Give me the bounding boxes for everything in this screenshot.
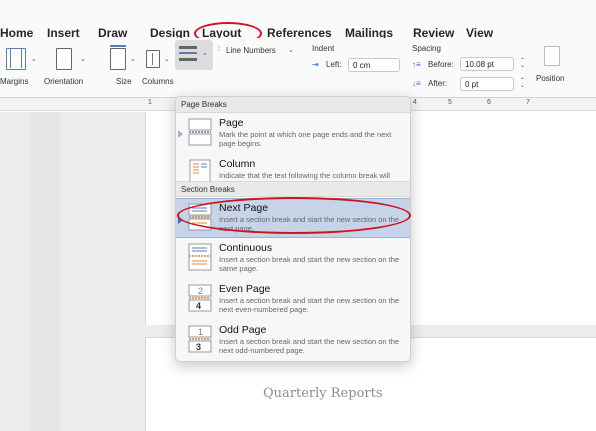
spacing-after-icon: ↓≡	[412, 79, 421, 88]
columns-label: Columns	[142, 77, 174, 86]
position-label: Position	[536, 74, 565, 83]
spacing-after-value: 0 pt	[465, 80, 479, 89]
size-button[interactable]: ⌄ Size	[106, 38, 140, 96]
spacing-before-field[interactable]: 10.08 pt	[460, 57, 514, 71]
ruler-number: 7	[526, 99, 530, 106]
menu-item-description: Insert a section break and start the new…	[219, 296, 400, 314]
spacing-after-field[interactable]: 0 pt	[460, 77, 514, 91]
menu-item-title: Next Page	[219, 202, 269, 214]
margins-icon	[6, 48, 26, 70]
layout-ribbon: ⌄ Margins ⌄ Orientation ⌄ Size ⌄ Columns…	[0, 38, 596, 98]
chevron-down-icon: ⌄	[80, 56, 86, 63]
menu-item-description: Insert a section break and start the new…	[219, 337, 400, 355]
menu-item-even-page[interactable]: 2 4 Even Page Insert a section break and…	[176, 280, 410, 320]
position-icon	[544, 46, 560, 66]
line-numbers-icon: ⁞	[218, 46, 220, 53]
orientation-button[interactable]: ⌄ Orientation	[42, 38, 100, 96]
breaks-button[interactable]: ⌄	[175, 40, 213, 70]
spacing-before-value: 10.08 pt	[465, 60, 494, 69]
line-numbers-button[interactable]: ⁞ Line Numbers ⌄	[218, 44, 300, 60]
position-button[interactable]: Position	[536, 38, 596, 96]
page-breaks-header: Page Breaks	[176, 97, 410, 113]
line-numbers-label: Line Numbers	[226, 46, 276, 55]
breaks-icon	[179, 46, 197, 49]
ruler-number: 4	[413, 99, 417, 106]
left-gutter	[30, 112, 60, 431]
indent-title: Indent	[312, 44, 335, 53]
menu-item-page-break[interactable]: Page Mark the point at which one page en…	[176, 114, 410, 154]
menu-item-odd-page[interactable]: 1 3 Odd Page Insert a section break and …	[176, 321, 410, 361]
indent-left-field[interactable]: 0 cm	[348, 58, 400, 72]
menu-item-next-page[interactable]: Next Page Insert a section break and sta…	[176, 198, 410, 238]
breaks-dropdown-menu: Page Breaks Page Mark the point at which…	[175, 96, 411, 362]
spacing-title: Spacing	[412, 44, 441, 53]
chevron-down-icon: ⌄	[130, 56, 136, 63]
columns-button[interactable]: ⌄ Columns	[142, 38, 176, 96]
spacing-before-label: Before:	[428, 60, 454, 69]
chevron-down-icon: ⌄	[202, 50, 208, 57]
margins-label: Margins	[0, 77, 29, 86]
svg-text:3: 3	[196, 342, 201, 352]
svg-text:2: 2	[198, 286, 203, 296]
svg-text:4: 4	[196, 301, 201, 311]
page-size-icon	[110, 45, 126, 70]
menu-item-title: Continuous	[219, 242, 273, 254]
ruler-number: 1	[148, 99, 152, 106]
chevron-down-icon: ⌄	[288, 47, 294, 54]
indent-left-value: 0 cm	[353, 61, 371, 70]
ruler-number: 6	[487, 99, 491, 106]
even-page-break-icon: 2 4	[188, 284, 212, 312]
margins-button[interactable]: ⌄ Margins	[0, 38, 42, 96]
continuous-break-icon	[188, 243, 212, 271]
menu-item-title: Odd Page	[219, 324, 267, 336]
page-break-icon	[188, 118, 212, 146]
ribbon-tab-bar: Home Insert Draw Design Layout Reference…	[0, 0, 596, 40]
menu-item-continuous[interactable]: Continuous Insert a section break and st…	[176, 239, 410, 279]
chevron-down-icon: ⌄	[164, 56, 170, 63]
next-page-break-icon	[188, 203, 212, 231]
ruler-number: 5	[448, 99, 452, 106]
orientation-icon	[56, 48, 72, 70]
menu-item-title: Column	[219, 158, 256, 170]
menu-item-title: Page	[219, 117, 244, 129]
size-label: Size	[116, 77, 132, 86]
indent-left-icon: ⇥	[312, 60, 319, 69]
orientation-label: Orientation	[44, 77, 84, 86]
selection-arrow-icon	[178, 216, 183, 224]
spinner-arrows-icon[interactable]: ⌃ ⌄	[520, 58, 525, 69]
section-breaks-header: Section Breaks	[176, 181, 410, 197]
spinner-arrows-icon[interactable]: ⌃ ⌄	[520, 78, 525, 89]
svg-text:1: 1	[198, 327, 203, 337]
spacing-after-label: After:	[428, 79, 448, 88]
document-heading: Quarterly Reports	[263, 386, 383, 401]
odd-page-break-icon: 1 3	[188, 325, 212, 353]
menu-item-description: Mark the point at which one page ends an…	[219, 130, 392, 148]
menu-item-title: Even Page	[219, 283, 271, 295]
marker-arrow-icon	[178, 130, 183, 138]
spacing-before-icon: ↑≡	[412, 60, 421, 69]
chevron-down-icon: ⌄	[31, 56, 37, 63]
menu-item-description: Insert a section break and start the new…	[219, 215, 400, 233]
indent-left-label: Left:	[326, 60, 342, 69]
columns-icon	[146, 50, 160, 68]
menu-item-description: Insert a section break and start the new…	[219, 255, 400, 273]
